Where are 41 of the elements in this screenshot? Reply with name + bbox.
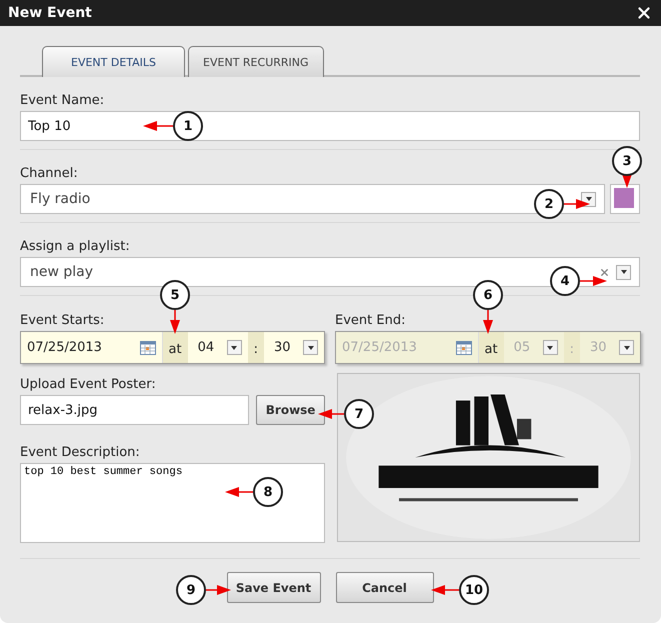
callout-arrow [431,584,459,596]
hour-text[interactable]: 04 [198,340,214,355]
callout-arrow [206,584,231,596]
callout-arrow [564,198,590,210]
callout-arrow [169,310,181,334]
tab[interactable]: EVENT RECURRING [188,46,324,77]
calendar-icon[interactable] [140,340,156,354]
save-button[interactable]: Save Event [226,572,320,603]
time-separator: : [252,341,259,359]
dropdown-button[interactable] [303,340,318,355]
callout-arrow [318,408,344,420]
window-title: New Event [8,5,92,21]
callout-arrow [580,275,607,287]
color-picker[interactable] [610,184,640,214]
field-label: Channel: [20,166,78,181]
caret-icon [231,346,238,350]
dropdown-button[interactable] [616,264,631,280]
at-label: at [484,341,499,359]
clear-icon[interactable] [599,266,610,278]
callout-arrow [143,120,173,132]
file-field[interactable]: relax-3.jpg [20,395,250,425]
caret-icon [620,270,626,274]
callout-arrow [225,486,253,498]
at-label: at [168,341,183,359]
caret-icon [547,346,554,350]
caret-icon [586,197,592,201]
cancel-button[interactable]: Cancel [336,572,434,603]
field-label: Event End: [335,313,406,328]
dropdown-button[interactable] [226,340,242,355]
field-label: Event Starts: [20,313,104,328]
field-label: Event Name: [20,93,104,108]
browse-button[interactable]: Browse [256,395,325,425]
field-label: Assign a playlist: [20,239,130,254]
caret-icon [308,346,314,350]
field-label: Upload Event Poster: [20,377,156,392]
tab[interactable]: EVENT DETAILS [42,46,186,77]
time-separator: : [568,341,575,359]
callout-arrow [482,310,494,334]
field-label: Event Description: [20,445,140,460]
minute-text[interactable]: 30 [274,340,291,355]
caret-icon [624,346,630,350]
